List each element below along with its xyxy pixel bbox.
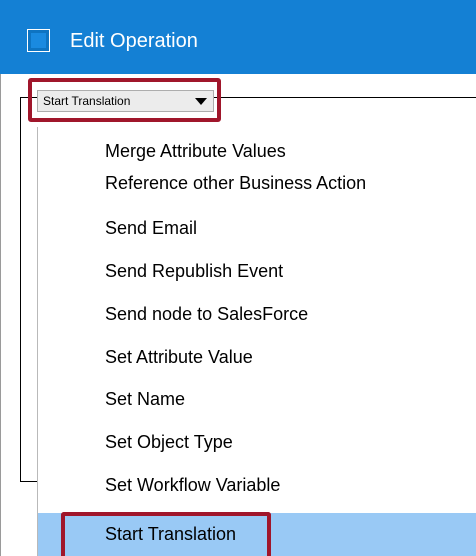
list-item-label: Merge Attribute Values	[105, 141, 286, 161]
list-item[interactable]: Send Republish Event	[38, 255, 476, 287]
list-item-label: Reference other Business Action	[105, 173, 367, 193]
list-item-label: Set Workflow Variable	[105, 475, 281, 495]
selected-item-callout-box	[61, 512, 271, 556]
window-icon	[27, 29, 50, 52]
combobox-callout-box	[28, 78, 221, 122]
list-item-label: Send Republish Event	[105, 261, 284, 281]
edit-operation-window: Edit Operation Start Translation Merge A…	[0, 0, 476, 556]
list-item-label: Set Name	[105, 389, 186, 409]
title-bar: Edit Operation	[0, 0, 476, 74]
list-item-label: Set Attribute Value	[105, 347, 253, 367]
list-item[interactable]: Set Name	[38, 383, 476, 415]
list-item[interactable]: Set Workflow Variable	[38, 469, 476, 501]
list-item[interactable]: Reference other Business Action	[38, 169, 476, 201]
list-item[interactable]: Merge Attribute Values	[38, 135, 476, 167]
list-item[interactable]: Send Email	[38, 212, 476, 244]
list-item[interactable]: Send node to SalesForce	[38, 298, 476, 330]
list-item-label: Send node to SalesForce	[105, 304, 309, 324]
list-item[interactable]: Set Object Type	[38, 426, 476, 458]
operation-dropdown-list: Merge Attribute Values Reference other B…	[37, 127, 476, 556]
list-item[interactable]: Set Attribute Value	[38, 341, 476, 373]
list-item-label: Set Object Type	[105, 432, 233, 452]
window-title: Edit Operation	[70, 30, 198, 52]
list-item-label: Send Email	[105, 218, 198, 238]
